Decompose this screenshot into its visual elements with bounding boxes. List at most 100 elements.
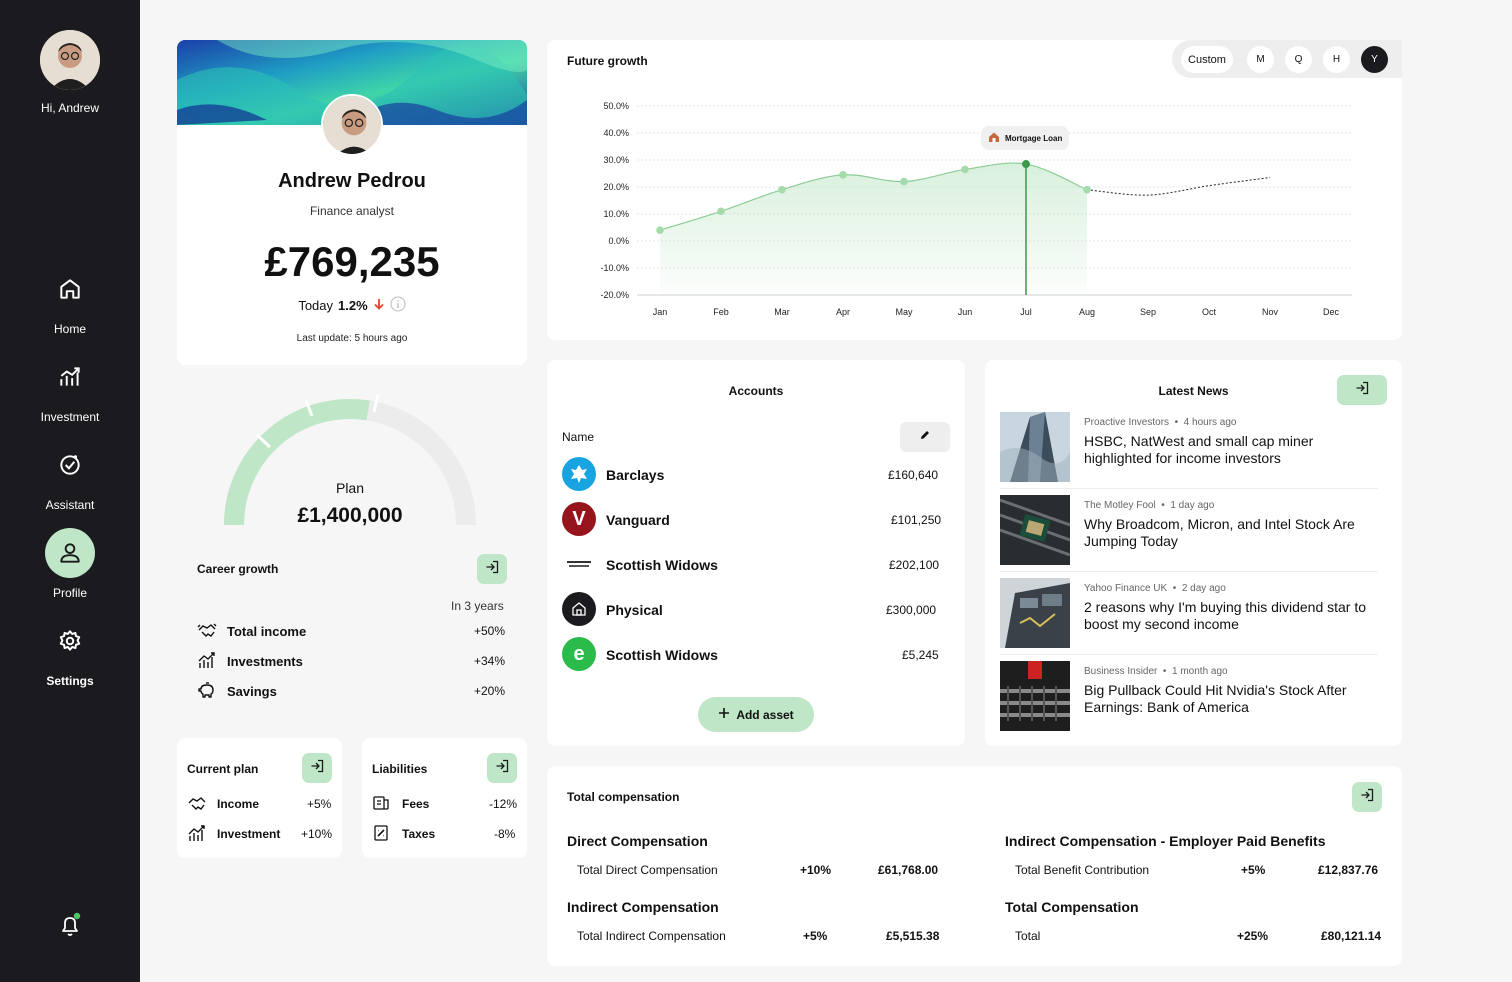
y-tick-label: -20.0%	[600, 290, 629, 300]
data-point	[656, 226, 664, 234]
balance-value: £769,235	[264, 238, 440, 285]
forecast-line	[1086, 177, 1271, 196]
assistant-icon	[45, 440, 95, 490]
nav-investment[interactable]: Investment	[0, 352, 140, 424]
profile-card: Andrew Pedrou Finance analyst £769,235 T…	[177, 40, 527, 365]
career-label: Total income	[227, 624, 307, 639]
news-source: The Motley Fool	[1084, 500, 1156, 511]
account-amount: £5,245	[902, 648, 939, 662]
news-card: Latest News Proactive Investors • 4 hour…	[985, 360, 1402, 746]
news-time: 1 day ago	[1170, 500, 1215, 511]
direct-amount: £61,768.00	[878, 863, 939, 877]
news-source: Business Insider	[1084, 666, 1158, 677]
career-open-button[interactable]	[477, 554, 507, 584]
benefits-change: +5%	[1241, 863, 1266, 877]
data-point	[717, 207, 725, 216]
pencil-icon	[919, 428, 931, 446]
benefits-heading: Indirect Compensation - Employer Paid Be…	[1005, 833, 1326, 849]
future-growth-card: Future growth Custom M Q H Y 50.0% 40.0% 3…	[547, 40, 1402, 340]
enter-icon	[1360, 788, 1374, 807]
data-point	[900, 177, 908, 186]
account-name: Vanguard	[606, 512, 670, 528]
home-icon	[45, 264, 95, 314]
avatar[interactable]	[40, 30, 100, 90]
news-headline: Why Broadcom, Micron, and Intel Stock Ar…	[1084, 516, 1355, 549]
plan-amount: £1,400,000	[297, 504, 403, 527]
nav-assistant[interactable]: Assistant	[0, 440, 140, 512]
data-point	[839, 171, 847, 179]
career-value: +34%	[474, 654, 506, 668]
liabilities-label: Fees	[402, 797, 430, 811]
data-point	[961, 165, 969, 174]
add-asset-button[interactable]: Add asset	[698, 697, 814, 732]
current-plan-title: Current plan	[187, 762, 259, 776]
news-thumbnail	[1000, 412, 1070, 482]
taxes-icon	[372, 824, 390, 845]
y-tick-label: 30.0%	[603, 155, 629, 165]
news-time: 4 hours ago	[1183, 417, 1237, 428]
x-tick-label: Jun	[958, 307, 973, 317]
today-label: Today	[298, 298, 334, 313]
piggy-bank-icon	[197, 681, 217, 702]
sidebar: Hi, Andrew Home Investment Assistant Pro…	[0, 0, 140, 982]
growth-chart: 50.0% 40.0% 30.0% 20.0% 10.0% 0.0% -10.0% -20.0…	[600, 101, 1352, 317]
liabilities-title: Liabilities	[372, 762, 428, 776]
nav-assistant-label: Assistant	[45, 498, 95, 512]
nav-settings-label: Settings	[46, 674, 94, 688]
nav-home-label: Home	[53, 322, 86, 336]
nav-home[interactable]: Home	[0, 264, 140, 336]
enter-icon	[310, 759, 324, 778]
accounts-card: Accounts Name Barclays £160,640 V Vangua…	[547, 360, 965, 746]
chart-icon	[187, 824, 207, 845]
chart-icon	[45, 352, 95, 402]
compensation-open-button[interactable]	[1352, 782, 1382, 812]
profile-name: Andrew Pedrou	[278, 170, 426, 192]
x-tick-label: Mar	[774, 307, 790, 317]
x-tick-label: Aug	[1079, 307, 1095, 317]
news-headline: 2 reasons why I'm buying this dividend s…	[1084, 599, 1367, 632]
chart-icon	[197, 651, 217, 672]
news-open-button[interactable]	[1337, 375, 1387, 405]
account-name: Barclays	[606, 467, 665, 483]
info-icon[interactable]	[390, 296, 406, 315]
y-tick-label: 50.0%	[603, 101, 629, 111]
indirect-change: +5%	[803, 929, 828, 943]
physical-house-icon	[562, 592, 596, 626]
profile-avatar	[321, 94, 383, 156]
news-meta: The Motley Fool • 1 day ago	[1084, 500, 1215, 511]
y-tick-label: 0.0%	[608, 236, 629, 246]
notification-bell-icon[interactable]	[55, 910, 85, 940]
x-tick-label: Dec	[1323, 307, 1340, 317]
liabilities-open-button[interactable]	[487, 753, 517, 783]
account-name: Physical	[606, 602, 663, 618]
user-icon	[45, 528, 95, 578]
accounts-name-header: Name	[562, 430, 595, 444]
x-tick-label: Feb	[713, 307, 729, 317]
nav-profile[interactable]: Profile	[0, 528, 140, 600]
career-growth-title: Career growth	[197, 562, 279, 576]
y-tick-label: 40.0%	[603, 128, 629, 138]
indirect-heading: Indirect Compensation	[567, 899, 719, 915]
compensation-title: Total compensation	[567, 790, 680, 804]
nav-settings[interactable]: Settings	[0, 616, 140, 688]
current-plan-open-button[interactable]	[302, 753, 332, 783]
accounts-title: Accounts	[728, 384, 784, 398]
scottish-widows-e-logo-icon: e	[562, 637, 596, 671]
news-thumbnail	[999, 495, 1071, 565]
liabilities-card: Liabilities Fees -12% Taxes -8%	[362, 738, 527, 858]
data-point	[1083, 185, 1091, 194]
x-tick-label: May	[895, 307, 913, 317]
news-meta: Proactive Investors • 4 hours ago	[1084, 417, 1237, 428]
x-tick-label: Jan	[653, 307, 668, 317]
news-thumbnail	[1000, 661, 1070, 731]
liabilities-value: -12%	[489, 797, 518, 811]
x-tick-label: Oct	[1202, 307, 1217, 317]
account-name: Scottish Widows	[606, 557, 718, 573]
barclays-logo-icon	[562, 457, 596, 491]
mortgage-annotation[interactable]: Mortgage Loan	[981, 126, 1070, 151]
y-tick-label: 10.0%	[603, 209, 629, 219]
edit-accounts-button[interactable]	[900, 422, 950, 452]
total-heading: Total Compensation	[1005, 899, 1139, 915]
last-update: Last update: 5 hours ago	[296, 333, 408, 344]
enter-icon	[1355, 381, 1369, 400]
